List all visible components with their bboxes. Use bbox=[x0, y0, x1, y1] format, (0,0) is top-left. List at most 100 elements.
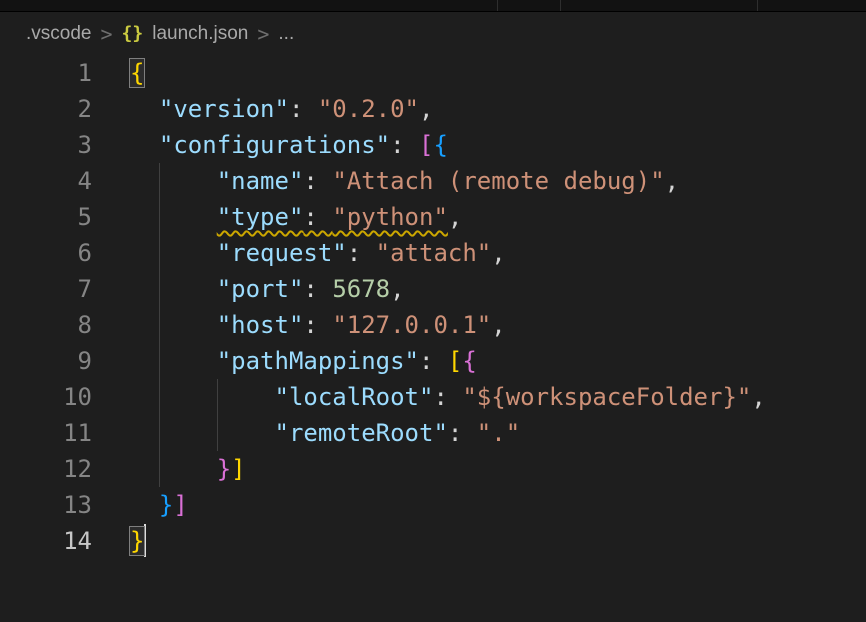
code-line[interactable]: 4 "name": "Attach (remote debug)", bbox=[0, 163, 866, 199]
line-number[interactable]: 1 bbox=[0, 55, 92, 91]
code-token[interactable]: : bbox=[289, 95, 318, 123]
code-token[interactable]: [ bbox=[448, 347, 462, 375]
code-token[interactable]: "version" bbox=[159, 95, 289, 123]
code-token[interactable] bbox=[130, 167, 217, 195]
code-token[interactable] bbox=[130, 347, 217, 375]
indent-guide bbox=[159, 415, 160, 451]
code-token[interactable]: "port" bbox=[217, 275, 304, 303]
code-token[interactable] bbox=[130, 455, 217, 483]
code-token[interactable]: 5678 bbox=[332, 275, 390, 303]
code-token[interactable]: : bbox=[303, 275, 332, 303]
code-token[interactable]: "remoteRoot" bbox=[275, 419, 448, 447]
code-token[interactable]: "host" bbox=[217, 311, 304, 339]
code-token[interactable]: : bbox=[303, 203, 332, 231]
code-token[interactable]: : bbox=[448, 419, 477, 447]
code-token[interactable]: : bbox=[347, 239, 376, 267]
code-token[interactable]: "127.0.0.1" bbox=[332, 311, 491, 339]
code-token[interactable]: "0.2.0" bbox=[318, 95, 419, 123]
code-line[interactable]: 8 "host": "127.0.0.1", bbox=[0, 307, 866, 343]
code-line[interactable]: 9 "pathMappings": [{ bbox=[0, 343, 866, 379]
code-token[interactable]: "type" bbox=[217, 203, 304, 231]
indent-guide bbox=[217, 379, 218, 415]
code-token[interactable]: } bbox=[159, 491, 173, 519]
line-number[interactable]: 9 bbox=[0, 343, 92, 379]
code-token[interactable] bbox=[130, 95, 159, 123]
line-number[interactable]: 2 bbox=[0, 91, 92, 127]
code-line[interactable]: 13 }] bbox=[0, 487, 866, 523]
code-token[interactable]: "request" bbox=[217, 239, 347, 267]
code-token[interactable] bbox=[130, 311, 217, 339]
code-line[interactable]: 7 "port": 5678, bbox=[0, 271, 866, 307]
code-token[interactable]: { bbox=[433, 131, 447, 159]
line-number[interactable]: 8 bbox=[0, 307, 92, 343]
line-number[interactable]: 3 bbox=[0, 127, 92, 163]
line-number[interactable]: 10 bbox=[0, 379, 92, 415]
indent-guide bbox=[159, 451, 160, 487]
code-token[interactable] bbox=[130, 131, 159, 159]
breadcrumb-item-folder[interactable]: .vscode bbox=[26, 23, 91, 45]
tab-bar[interactable] bbox=[0, 0, 866, 12]
indent-guide bbox=[159, 163, 160, 199]
code-token[interactable]: , bbox=[448, 203, 462, 231]
code-token[interactable]: ] bbox=[173, 491, 187, 519]
code-token[interactable] bbox=[130, 275, 217, 303]
code-token[interactable]: "python" bbox=[332, 203, 448, 231]
code-line[interactable]: 1{ bbox=[0, 55, 866, 91]
code-token[interactable] bbox=[130, 203, 217, 231]
code-token[interactable]: : bbox=[303, 311, 332, 339]
indent-guide bbox=[159, 307, 160, 343]
code-token[interactable]: , bbox=[665, 167, 679, 195]
code-token[interactable]: , bbox=[419, 95, 433, 123]
code-token[interactable]: "Attach (remote debug)" bbox=[332, 167, 664, 195]
code-lines[interactable]: 1{2 "version": "0.2.0",3 "configurations… bbox=[0, 55, 866, 559]
code-token[interactable]: , bbox=[491, 311, 505, 339]
code-token[interactable]: } bbox=[130, 527, 144, 555]
breadcrumb: .vscode > {} launch.json > ... bbox=[0, 12, 866, 55]
code-line[interactable]: 12 }] bbox=[0, 451, 866, 487]
code-line[interactable]: 5 "type": "python", bbox=[0, 199, 866, 235]
code-token[interactable] bbox=[130, 419, 275, 447]
code-token[interactable]: ] bbox=[231, 455, 245, 483]
code-line[interactable]: 11 "remoteRoot": "." bbox=[0, 415, 866, 451]
indent-guide bbox=[159, 199, 160, 235]
code-token[interactable] bbox=[130, 383, 275, 411]
code-line[interactable]: 3 "configurations": [{ bbox=[0, 127, 866, 163]
code-token[interactable]: : bbox=[303, 167, 332, 195]
code-token[interactable] bbox=[130, 239, 217, 267]
line-number[interactable]: 5 bbox=[0, 199, 92, 235]
code-line[interactable]: 14} bbox=[0, 523, 866, 559]
code-token[interactable]: , bbox=[491, 239, 505, 267]
json-braces-icon: {} bbox=[122, 23, 144, 44]
code-token[interactable] bbox=[130, 491, 159, 519]
line-number[interactable]: 13 bbox=[0, 487, 92, 523]
line-number[interactable]: 7 bbox=[0, 271, 92, 307]
line-number[interactable]: 4 bbox=[0, 163, 92, 199]
code-token[interactable]: "localRoot" bbox=[275, 383, 434, 411]
code-token[interactable]: "pathMappings" bbox=[217, 347, 419, 375]
code-token[interactable]: "attach" bbox=[376, 239, 492, 267]
line-number[interactable]: 14 bbox=[0, 523, 92, 559]
code-token[interactable]: "configurations" bbox=[159, 131, 390, 159]
line-number[interactable]: 6 bbox=[0, 235, 92, 271]
editor[interactable]: 1{2 "version": "0.2.0",3 "configurations… bbox=[0, 55, 866, 559]
code-token[interactable]: { bbox=[462, 347, 476, 375]
line-number[interactable]: 11 bbox=[0, 415, 92, 451]
code-token[interactable]: "." bbox=[477, 419, 520, 447]
breadcrumb-item-symbols[interactable]: ... bbox=[278, 23, 294, 45]
breadcrumb-item-file[interactable]: launch.json bbox=[152, 23, 248, 45]
code-line[interactable]: 2 "version": "0.2.0", bbox=[0, 91, 866, 127]
text-cursor bbox=[144, 524, 146, 557]
code-token[interactable]: , bbox=[390, 275, 404, 303]
line-number[interactable]: 12 bbox=[0, 451, 92, 487]
code-token[interactable]: : bbox=[419, 347, 448, 375]
code-token[interactable]: , bbox=[751, 383, 765, 411]
code-line[interactable]: 6 "request": "attach", bbox=[0, 235, 866, 271]
code-token[interactable]: { bbox=[130, 59, 144, 87]
code-token[interactable]: "${workspaceFolder}" bbox=[462, 383, 751, 411]
code-token[interactable]: : bbox=[390, 131, 419, 159]
code-token[interactable]: } bbox=[217, 455, 231, 483]
code-token[interactable]: : bbox=[433, 383, 462, 411]
code-token[interactable]: "name" bbox=[217, 167, 304, 195]
code-token[interactable]: [ bbox=[419, 131, 433, 159]
code-line[interactable]: 10 "localRoot": "${workspaceFolder}", bbox=[0, 379, 866, 415]
